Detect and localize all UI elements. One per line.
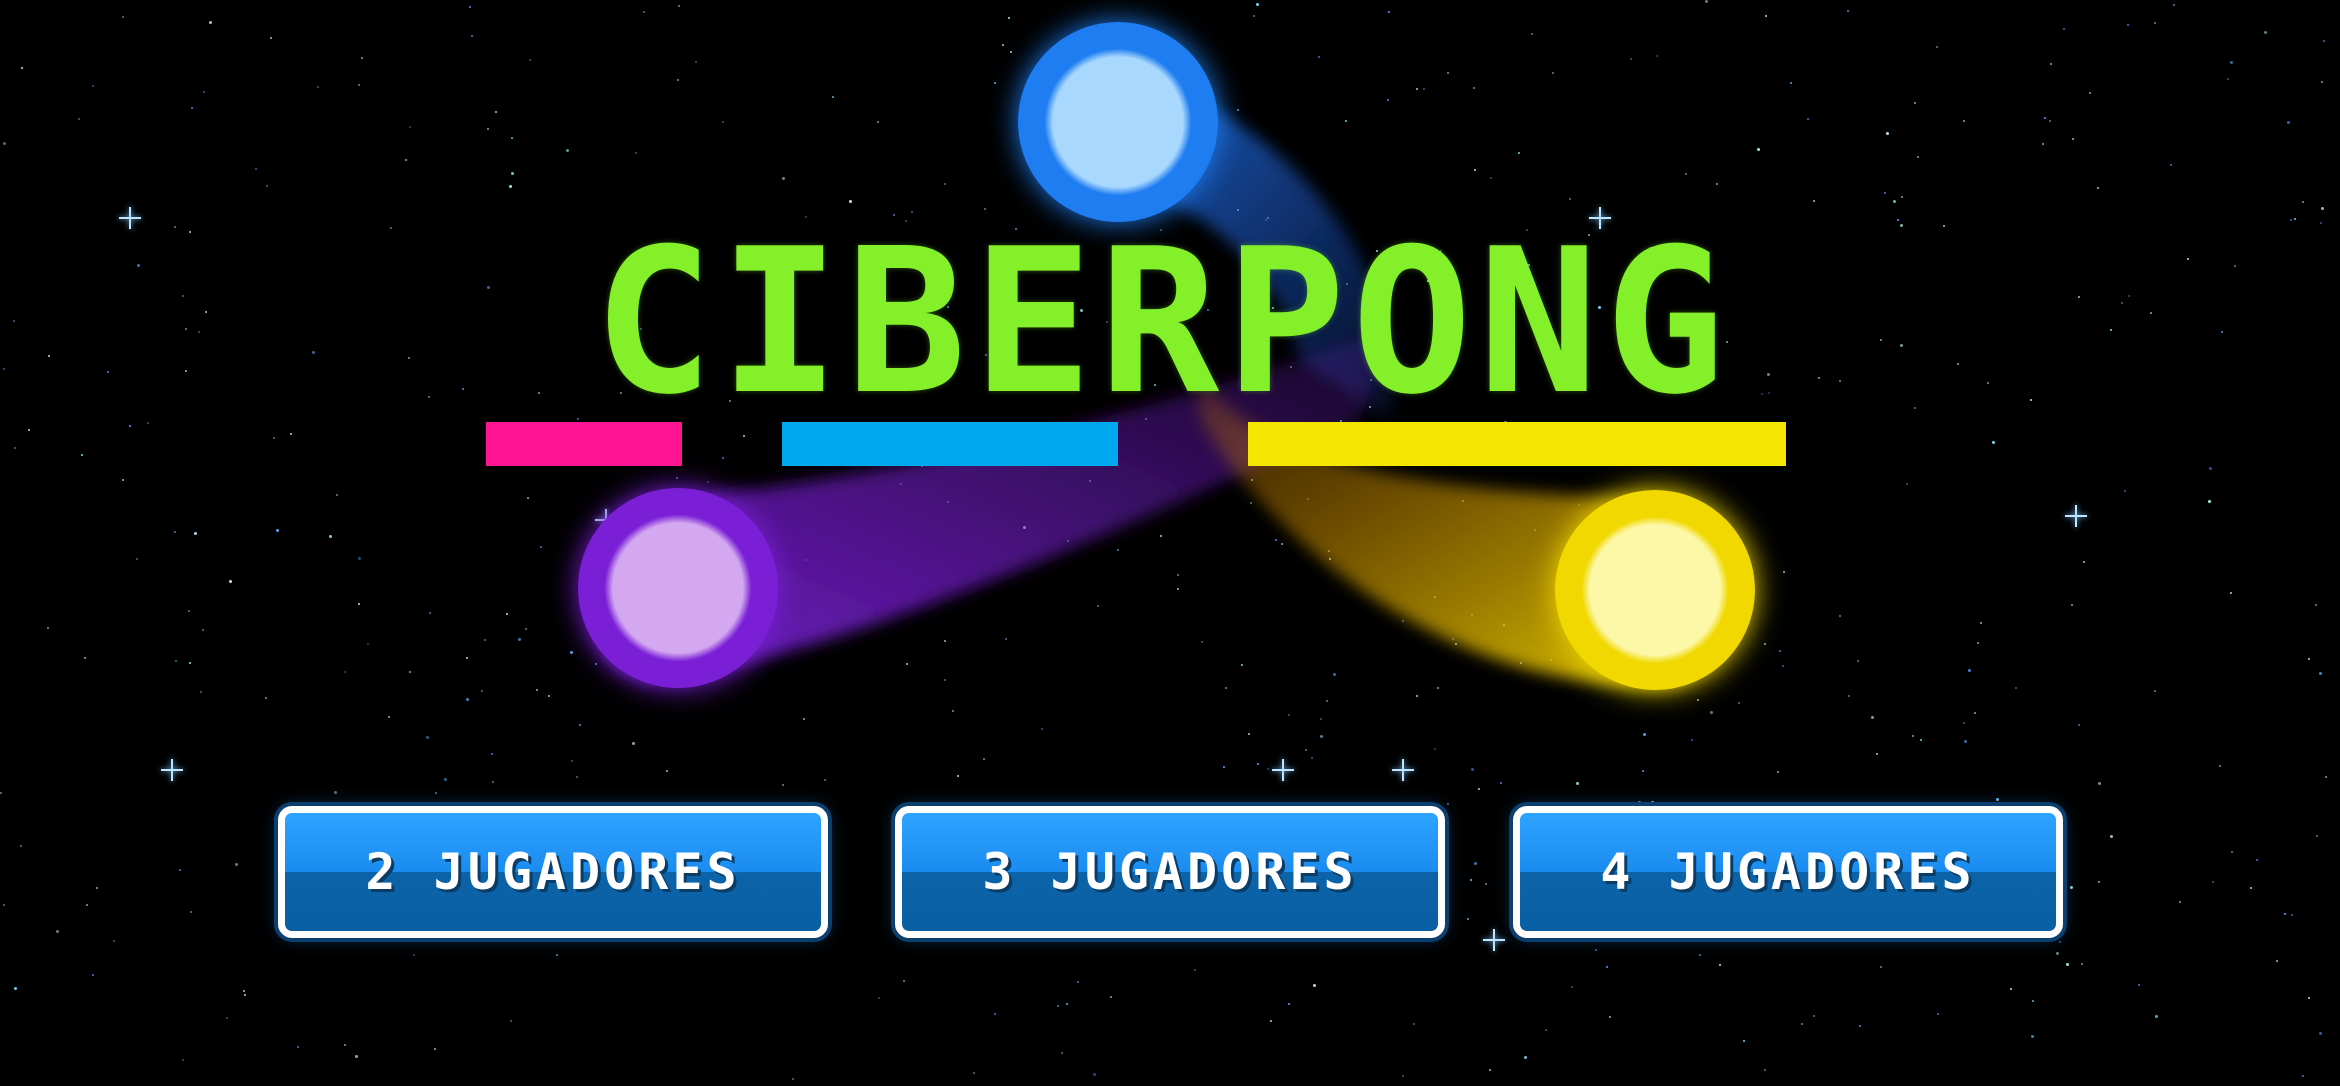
four-players-button[interactable]: 4 JUGADORES xyxy=(1513,806,2063,938)
three-players-label: 3 JUGADORES xyxy=(982,843,1358,901)
four-players-label: 4 JUGADORES xyxy=(1600,843,1976,901)
two-players-label: 2 JUGADORES xyxy=(365,843,741,901)
ball-blue-icon xyxy=(1018,22,1218,222)
ball-yellow-icon xyxy=(1555,490,1755,690)
two-players-button[interactable]: 2 JUGADORES xyxy=(278,806,828,938)
title-bar-blue xyxy=(782,422,1118,466)
title-bar-yellow xyxy=(1248,422,1786,466)
ball-purple-icon xyxy=(578,488,778,688)
three-players-button[interactable]: 3 JUGADORES xyxy=(895,806,1445,938)
game-title: CIBERPONG xyxy=(593,206,1731,439)
title-bar-pink xyxy=(486,422,682,466)
